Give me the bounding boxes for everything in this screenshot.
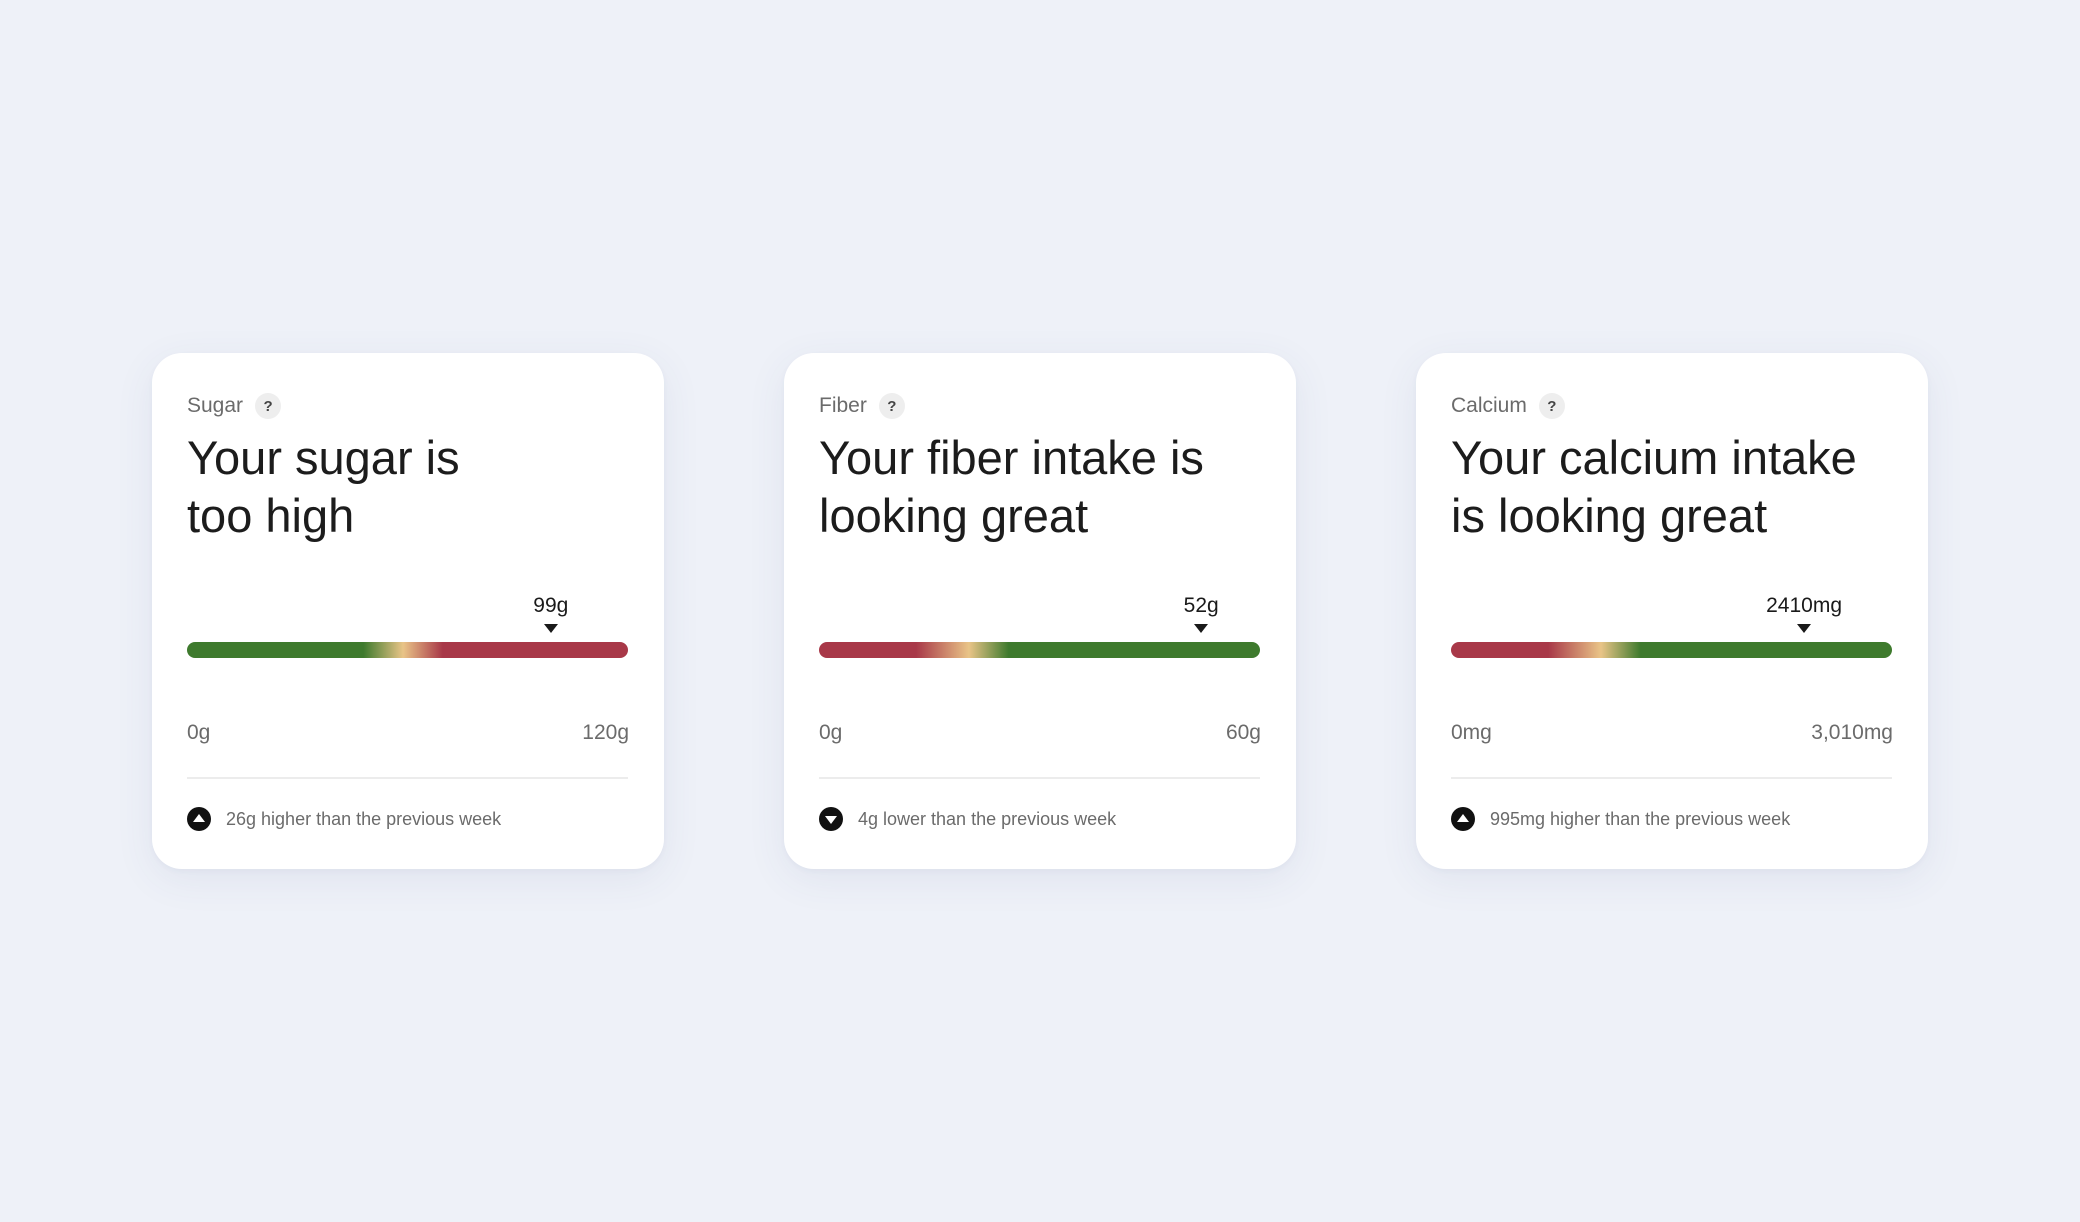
intake-gauge-bar <box>187 642 628 658</box>
card-label-row: Sugar ? <box>187 389 282 423</box>
arrow-up-circle-icon <box>187 807 211 831</box>
nutrient-card-fiber: Fiber ? Your fiber intake is looking gre… <box>784 353 1296 869</box>
nutrient-card-calcium: Calcium ? Your calcium intake is looking… <box>1416 353 1928 869</box>
marker-value-label: 2410mg <box>1766 594 1843 617</box>
nutrient-label: Fiber <box>819 394 867 417</box>
marker-pointer-icon <box>1194 624 1209 633</box>
card-label-row: Fiber ? <box>819 389 905 423</box>
range-max-label: 3,010mg <box>1811 721 1893 744</box>
intake-gauge-bar <box>819 642 1260 658</box>
card-headline: Your calcium intake is looking great <box>1451 431 1857 542</box>
divider <box>1451 777 1892 779</box>
card-headline: Your fiber intake is looking great <box>819 431 1204 542</box>
divider <box>819 777 1260 779</box>
marker-pointer-icon <box>1797 624 1812 633</box>
intake-gauge-bar <box>1451 642 1892 658</box>
card-headline: Your sugar is too high <box>187 431 460 542</box>
marker-pointer-icon <box>543 624 558 633</box>
range-min-label: 0g <box>187 721 211 744</box>
marker-value-label: 52g <box>1183 594 1219 617</box>
card-label-row: Calcium ? <box>1451 389 1565 423</box>
trend-text: 995mg higher than the previous week <box>1490 808 1791 829</box>
range-max-label: 120g <box>582 721 629 744</box>
nutrient-label: Calcium <box>1451 394 1527 417</box>
help-icon[interactable]: ? <box>878 393 905 419</box>
trend-row: 4g lower than the previous week <box>819 807 1116 831</box>
divider <box>187 777 628 779</box>
range-max-label: 60g <box>1225 721 1261 744</box>
help-icon[interactable]: ? <box>1538 393 1565 419</box>
trend-text: 26g higher than the previous week <box>226 808 502 829</box>
trend-row: 26g higher than the previous week <box>187 807 501 831</box>
range-min-label: 0mg <box>1451 721 1492 744</box>
trend-text: 4g lower than the previous week <box>858 808 1117 829</box>
arrow-down-circle-icon <box>819 807 843 831</box>
trend-row: 995mg higher than the previous week <box>1451 807 1790 831</box>
marker-value-label: 99g <box>533 594 569 617</box>
nutrient-card-sugar: Sugar ? Your sugar is too high 99g 0g 12… <box>152 353 664 869</box>
range-min-label: 0g <box>819 721 843 744</box>
help-icon[interactable]: ? <box>255 393 282 419</box>
arrow-up-circle-icon <box>1451 807 1475 831</box>
nutrient-label: Sugar <box>187 394 244 417</box>
